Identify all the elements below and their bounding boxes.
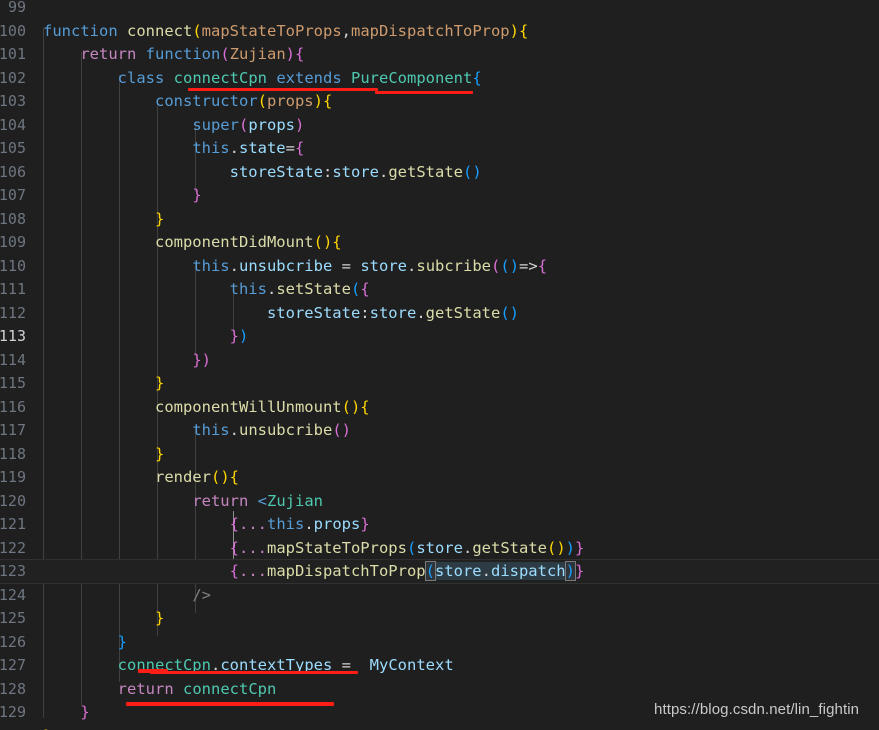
line-number: 111 [0,280,26,298]
code-line[interactable]: this.setState({ [0,278,879,302]
code-line[interactable]: this.unsubcribe() [0,419,879,443]
line-number: 105 [0,139,26,157]
line-number: 112 [0,303,26,322]
code-line[interactable]: render(){ [0,466,879,490]
line-number: 113 [0,327,26,345]
underline-pure-component-a [188,88,378,91]
code-line[interactable]: }) [0,349,879,373]
code-line[interactable]: } [0,184,879,208]
line-number: 127 [0,656,26,674]
line-number: 122 [0,538,26,557]
line-number: 114 [0,350,26,369]
line-number: 117 [0,421,26,439]
line-number: 126 [0,632,26,651]
line-number: 130 [0,725,26,730]
code-line-current[interactable]: {...mapDispatchToProp(store.dispatch)} [0,559,879,584]
line-number: 123 [0,562,26,580]
code-line[interactable]: } [0,725,879,730]
line-number-gutter: 99 100 101 102 103 104 105 106 107 108 109 110 111 11… [0,0,30,730]
line-number: 108 [0,209,26,228]
code-line[interactable]: } [0,631,879,655]
line-number: 102 [0,68,26,87]
code-line[interactable]: } [0,607,879,631]
line-number: 121 [0,515,26,533]
line-number: 109 [0,233,26,251]
code-line[interactable]: this.unsubcribe = store.subcribe(()=>{ [0,255,879,279]
code-line[interactable]: class connectCpn extends PureComponent{ [0,67,879,91]
code-line[interactable]: } [0,443,879,467]
line-number: 104 [0,115,26,134]
line-number: 107 [0,186,26,204]
line-number: 119 [0,468,26,486]
line-number: 118 [0,444,26,463]
line-number: 129 [0,703,26,721]
code-content[interactable]: function connect(mapStateToProps,mapDisp… [0,0,879,730]
underline-pure-component-b [375,91,473,94]
underline-context-types-2 [150,671,358,674]
line-number: 128 [0,679,26,698]
code-line[interactable]: } [0,208,879,232]
code-line[interactable]: return <Zujian [0,490,879,514]
line-number: 125 [0,609,26,627]
code-line[interactable]: /> [0,584,879,608]
code-line[interactable]: function connect(mapStateToProps,mapDisp… [0,20,879,44]
code-line[interactable]: super(props) [0,114,879,138]
code-line[interactable]: this.state={ [0,137,879,161]
code-line[interactable]: {...this.props} [0,513,879,537]
code-line[interactable]: {...mapStateToProps(store.getState())} [0,537,879,561]
line-number: 120 [0,491,26,510]
code-line[interactable]: componentDidMount(){ [0,231,879,255]
line-number: 101 [0,45,26,63]
line-number: 115 [0,374,26,392]
code-line[interactable]: storeState:store.getState() [0,302,879,326]
code-line[interactable]: storeState:store.getState() [0,161,879,185]
line-number: 99 [7,0,26,16]
line-number: 124 [0,585,26,604]
code-line[interactable] [0,0,879,20]
line-number: 103 [0,92,26,110]
code-line[interactable]: connectCpn.contextTypes = MyContext [0,654,879,678]
code-line[interactable]: return function(Zujian){ [0,43,879,67]
line-number: 116 [0,397,26,416]
code-line[interactable]: } [0,372,879,396]
line-number: 106 [0,162,26,181]
watermark-text: https://blog.csdn.net/lin_fightin [654,701,860,718]
underline-return-connectcpn [126,702,334,706]
code-line[interactable]: componentWillUnmount(){ [0,396,879,420]
line-number: 110 [0,256,26,275]
line-number: 100 [0,21,26,40]
code-editor[interactable]: function connect(mapStateToProps,mapDisp… [0,0,879,730]
code-line[interactable]: }) [0,325,879,349]
